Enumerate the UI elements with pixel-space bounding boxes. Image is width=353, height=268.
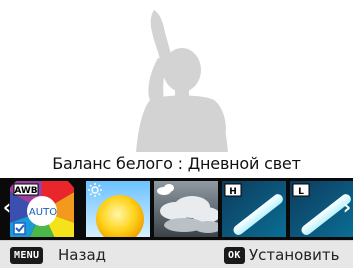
awb-badge: AWB [14,186,37,196]
option-fluorescent-h[interactable]: H [222,181,286,237]
menu-key[interactable]: MENU [10,247,44,264]
camera-screen: Баланс белого : Дневной свет AWB AUTO H … [0,0,353,268]
caption-value: Дневной свет [187,154,301,173]
scroll-left-arrow-icon[interactable]: ‹ [1,196,13,218]
option-cloudy[interactable] [154,181,218,237]
option-daylight[interactable] [86,181,150,237]
fluorescent-l-badge: L [298,187,304,197]
back-label: Назад [58,246,107,264]
fluorescent-h-badge: H [229,187,237,197]
white-balance-caption: Баланс белого : Дневной свет [0,150,353,178]
caption-separator: : [172,154,188,173]
caption-label: Баланс белого [52,154,173,173]
option-auto-white-balance[interactable]: AWB AUTO [10,181,74,237]
auto-text: AUTO [29,207,57,218]
bottom-key-bar: MENU Назад OK Установить [0,240,353,268]
ok-key[interactable]: OK [224,247,245,264]
cloudy-icon [154,181,218,237]
fluorescent-h-icon: H [222,181,286,237]
daylight-sun-icon [86,181,150,237]
scroll-right-arrow-icon[interactable]: › [341,196,353,218]
auto-white-balance-icon: AWB AUTO [10,181,74,237]
set-label: Установить [249,246,340,264]
white-balance-options-strip: AWB AUTO H L ‹ › [0,178,353,240]
